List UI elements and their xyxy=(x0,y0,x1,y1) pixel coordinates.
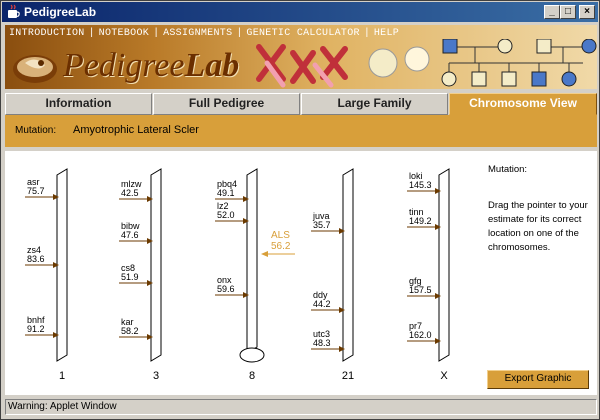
marker-position: 35.7 xyxy=(313,220,331,230)
marker-position: 51.9 xyxy=(121,272,139,282)
marker-position: 145.3 xyxy=(409,180,432,190)
marker-position: 58.2 xyxy=(121,326,139,336)
title-bar[interactable]: PedigreeLab _ □ × xyxy=(2,2,598,22)
applet-window: PedigreeLab _ □ × INTRODUCTION | NOTEBOO… xyxy=(0,0,600,420)
marker-loki: loki145.3 xyxy=(407,171,441,194)
tab-large-family[interactable]: Large Family xyxy=(301,93,448,115)
close-button[interactable]: × xyxy=(579,5,595,19)
menu-notebook[interactable]: NOTEBOOK xyxy=(99,28,149,39)
menu-assignments[interactable]: ASSIGNMENTS xyxy=(163,28,232,39)
marker-kar: kar58.2 xyxy=(119,317,153,340)
marker-position: 75.7 xyxy=(27,186,45,196)
header-banner: INTRODUCTION | NOTEBOOK | ASSIGNMENTS | … xyxy=(5,25,597,89)
chromosome-label: 8 xyxy=(249,370,255,382)
marker-position: 42.5 xyxy=(121,188,139,198)
chromosome-body xyxy=(438,168,450,362)
marker-lz2: lz252.0 xyxy=(215,201,249,224)
marker-gfg: gfg157.5 xyxy=(407,276,441,299)
instructions-heading: Mutation: xyxy=(488,164,528,175)
marker-position: 48.3 xyxy=(313,338,331,348)
marker-position: 91.2 xyxy=(27,324,45,334)
chromosome-X: loki145.3 tinn149.2 gfg157.5 pr7162.0 X xyxy=(407,168,450,382)
window-title: PedigreeLab xyxy=(24,5,97,19)
tab-full-pedigree[interactable]: Full Pedigree xyxy=(153,93,300,115)
menu-separator: | xyxy=(236,27,243,39)
pointer-position: 56.2 xyxy=(271,241,291,252)
marker-position: 52.0 xyxy=(217,210,235,220)
chromosome-end-cap xyxy=(239,347,265,363)
marker-position: 49.1 xyxy=(217,188,235,198)
menu-separator: | xyxy=(88,27,95,39)
mutation-name: Amyotrophic Lateral Scler xyxy=(73,124,199,136)
chromosome-body xyxy=(342,168,354,362)
minimize-button[interactable]: _ xyxy=(544,5,560,19)
menu-separator: | xyxy=(153,27,160,39)
marker-pr7: pr7162.0 xyxy=(407,321,441,344)
marker-ddy: ddy44.2 xyxy=(311,290,345,313)
status-bar: Warning: Applet Window xyxy=(5,399,597,415)
chromosome-panel: asr 75.7 zs4 83.6 bnhf 91.2 1 mlzw 42.5 bibw 47.6 c… xyxy=(5,151,597,395)
marker-position: 157.5 xyxy=(409,285,432,295)
logo-text-lab: Lab xyxy=(184,47,240,84)
chromosome-label: 3 xyxy=(153,370,159,382)
tab-bar: Information Full Pedigree Large Family C… xyxy=(5,93,597,115)
chromosome-label: 1 xyxy=(59,370,65,382)
marker-pbq4: pbq449.1 xyxy=(215,179,249,202)
tab-information[interactable]: Information xyxy=(5,93,152,115)
chromosome-8: pbq449.1lz252.0 onx59.6 8 xyxy=(215,168,265,382)
marker-position: 83.6 xyxy=(27,254,45,264)
marker-tinn: tinn149.2 xyxy=(407,207,441,230)
chromosome-label: 21 xyxy=(342,370,354,382)
marker-position: 59.6 xyxy=(217,284,235,294)
chromosome-pedigree-art-icon xyxy=(256,39,597,88)
mutation-pointer[interactable]: ALS56.2 xyxy=(261,230,295,257)
maximize-button[interactable]: □ xyxy=(560,5,576,19)
marker-onx: onx59.6 xyxy=(215,275,249,298)
export-graphic-button[interactable]: Export Graphic xyxy=(487,370,589,389)
marker-position: 149.2 xyxy=(409,216,432,226)
pointer-arrow-icon xyxy=(261,251,268,257)
mutation-bar: Mutation: Amyotrophic Lateral Scler xyxy=(5,115,597,147)
chromosome-body xyxy=(150,168,162,362)
menu-genetic-calculator[interactable]: GENETIC CALCULATOR xyxy=(246,28,359,39)
marker-position: 44.2 xyxy=(313,299,331,309)
marker-zs4: zs483.6 xyxy=(25,245,59,268)
menu-separator: | xyxy=(363,27,370,39)
marker-cs8: cs851.9 xyxy=(119,263,153,286)
chromosome-21: juva35.7 ddy44.2 utc348.3 21 xyxy=(311,168,354,382)
marker-bnhf: bnhf91.2 xyxy=(25,315,59,338)
tab-chromosome-view[interactable]: Chromosome View xyxy=(449,93,597,115)
app-logo: PedigreeLab xyxy=(63,47,239,85)
pointer-name: ALS xyxy=(271,230,290,241)
marker-position: 47.6 xyxy=(121,230,139,240)
marker-asr: asr75.7 xyxy=(25,177,59,200)
menu-help[interactable]: HELP xyxy=(374,28,399,39)
chromosome-map: asr75.7 zs483.6 bnhf91.2 1 mlzw42.5 bibw47.6 c… xyxy=(25,168,450,382)
marker-mlzw: mlzw42.5 xyxy=(119,179,153,202)
mutation-label: Mutation: xyxy=(15,125,57,136)
status-text: Warning: Applet Window xyxy=(8,401,117,412)
chromosome-1: asr75.7 zs483.6 bnhf91.2 1 xyxy=(25,168,68,382)
marker-juva: juva35.7 xyxy=(311,211,345,234)
marker-utc3: utc348.3 xyxy=(311,329,345,352)
marker-bibw: bibw47.6 xyxy=(119,221,153,244)
chromosome-body xyxy=(246,168,258,354)
instructions-text: Drag the pointer to your estimate for it… xyxy=(488,200,588,253)
marker-position: 162.0 xyxy=(409,330,432,340)
logo-emblem-icon xyxy=(13,55,57,83)
chromosome-3: mlzw42.5 bibw47.6 cs851.9 kar58.2 3 xyxy=(119,168,162,382)
logo-text-pedigree: Pedigree xyxy=(63,47,185,84)
menu-introduction[interactable]: INTRODUCTION xyxy=(9,28,85,39)
chromosome-label: X xyxy=(440,370,448,382)
java-cup-icon xyxy=(8,4,20,18)
